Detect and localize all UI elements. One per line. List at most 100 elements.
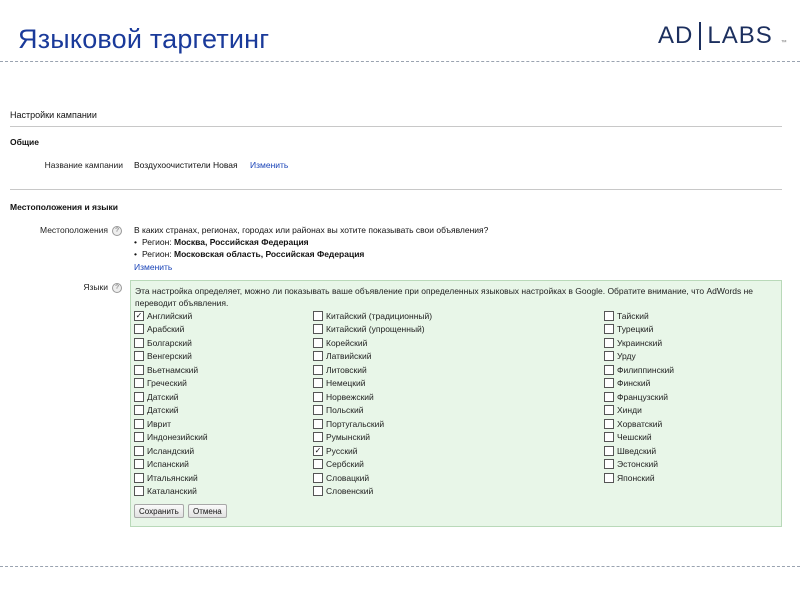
language-option[interactable]: Арабский [134, 323, 208, 337]
language-checkbox[interactable] [313, 310, 323, 321]
language-checkbox[interactable] [134, 324, 144, 335]
language-option[interactable]: Китайский (традиционный) [313, 309, 432, 323]
language-checkbox[interactable] [313, 337, 323, 348]
language-option[interactable]: Норвежский [313, 390, 432, 404]
save-button[interactable]: Сохранить [134, 504, 184, 518]
language-option[interactable]: Японский [604, 471, 674, 485]
language-option[interactable]: Итальянский [134, 471, 208, 485]
language-option[interactable]: Румынский [313, 431, 432, 445]
language-option[interactable]: Португальский [313, 417, 432, 431]
language-checkbox[interactable] [604, 459, 614, 470]
language-checkbox[interactable] [604, 432, 614, 443]
language-checkbox[interactable] [134, 391, 144, 402]
language-option[interactable]: Словацкий [313, 471, 432, 485]
language-option[interactable]: ✓ Английский [134, 309, 208, 323]
language-option[interactable]: Турецкий [604, 323, 674, 337]
language-option[interactable]: Венгерский [134, 350, 208, 364]
language-option[interactable]: Вьетнамский [134, 363, 208, 377]
region-item: Регион: Московская область, Российская Ф… [134, 249, 364, 259]
language-checkbox[interactable] [134, 445, 144, 456]
language-option[interactable]: Немецкий [313, 377, 432, 391]
language-checkbox[interactable]: ✓ [313, 445, 323, 456]
cancel-button[interactable]: Отмена [188, 504, 227, 518]
language-checkbox[interactable] [604, 324, 614, 335]
languages-panel: Эта настройка определяет, можно ли показ… [130, 280, 782, 527]
language-label: Каталанский [147, 486, 197, 497]
language-checkbox[interactable] [313, 472, 323, 483]
language-checkbox[interactable] [313, 418, 323, 429]
language-option[interactable]: Французский [604, 390, 674, 404]
language-checkbox[interactable] [313, 378, 323, 389]
language-option[interactable]: Финский [604, 377, 674, 391]
language-checkbox[interactable] [604, 351, 614, 362]
language-option[interactable]: ✓ Русский [313, 444, 432, 458]
language-option[interactable]: Индонезийский [134, 431, 208, 445]
language-option[interactable]: Исландский [134, 444, 208, 458]
language-option[interactable]: Литовский [313, 363, 432, 377]
edit-campaign-name-link[interactable]: Изменить [250, 160, 288, 170]
language-checkbox[interactable] [313, 364, 323, 375]
region-value: Москва, Российская Федерация [174, 237, 309, 247]
language-option[interactable]: Хинди [604, 404, 674, 418]
language-option[interactable]: Испанский [134, 458, 208, 472]
language-option[interactable]: Датский [134, 404, 208, 418]
language-checkbox[interactable] [604, 472, 614, 483]
language-checkbox[interactable] [604, 378, 614, 389]
language-checkbox[interactable] [134, 351, 144, 362]
language-checkbox[interactable] [134, 459, 144, 470]
language-option[interactable]: Датский [134, 390, 208, 404]
language-option[interactable]: Филиппинский [604, 363, 674, 377]
language-checkbox[interactable] [604, 364, 614, 375]
language-checkbox[interactable] [313, 351, 323, 362]
language-option[interactable]: Каталанский [134, 485, 208, 499]
language-checkbox[interactable] [604, 418, 614, 429]
region-prefix: Регион: [141, 249, 175, 259]
language-checkbox[interactable] [313, 405, 323, 416]
language-option[interactable]: Болгарский [134, 336, 208, 350]
language-option[interactable]: Греческий [134, 377, 208, 391]
language-checkbox[interactable] [604, 337, 614, 348]
language-option[interactable]: Хорватский [604, 417, 674, 431]
language-option[interactable]: Корейский [313, 336, 432, 350]
language-checkbox[interactable] [604, 445, 614, 456]
divider [10, 189, 782, 190]
language-checkbox[interactable] [134, 472, 144, 483]
language-checkbox[interactable]: ✓ [134, 310, 144, 321]
language-checkbox[interactable] [134, 432, 144, 443]
language-label: Тайский [617, 310, 649, 321]
language-label: Болгарский [147, 337, 192, 348]
language-option[interactable]: Сербский [313, 458, 432, 472]
language-checkbox[interactable] [134, 378, 144, 389]
language-checkbox[interactable] [134, 405, 144, 416]
language-checkbox[interactable] [313, 486, 323, 497]
edit-locations-link[interactable]: Изменить [134, 262, 172, 272]
language-option[interactable]: Урду [604, 350, 674, 364]
language-checkbox[interactable] [313, 459, 323, 470]
language-option[interactable]: Шведский [604, 444, 674, 458]
language-checkbox[interactable] [313, 432, 323, 443]
language-checkbox[interactable] [134, 337, 144, 348]
language-label: Вьетнамский [147, 364, 199, 375]
languages-label: Языки [83, 282, 108, 292]
language-checkbox[interactable] [134, 418, 144, 429]
language-checkbox[interactable] [134, 486, 144, 497]
language-option[interactable]: Эстонский [604, 458, 674, 472]
language-checkbox[interactable] [313, 324, 323, 335]
language-option[interactable]: Украинский [604, 336, 674, 350]
language-checkbox[interactable] [313, 391, 323, 402]
language-checkbox[interactable] [134, 364, 144, 375]
language-option[interactable]: Тайский [604, 309, 674, 323]
language-option[interactable]: Чешский [604, 431, 674, 445]
language-option[interactable]: Китайский (упрощенный) [313, 323, 432, 337]
language-option[interactable]: Словенский [313, 485, 432, 499]
help-icon[interactable]: ? [112, 226, 122, 236]
language-checkbox[interactable] [604, 310, 614, 321]
language-checkbox[interactable] [604, 391, 614, 402]
language-option[interactable]: Польский [313, 404, 432, 418]
language-label: Словенский [326, 486, 374, 497]
language-option[interactable]: Латвийский [313, 350, 432, 364]
help-icon[interactable]: ? [112, 283, 122, 293]
language-option[interactable]: Иврит [134, 417, 208, 431]
language-checkbox[interactable] [604, 405, 614, 416]
language-label: Итальянский [147, 472, 198, 483]
